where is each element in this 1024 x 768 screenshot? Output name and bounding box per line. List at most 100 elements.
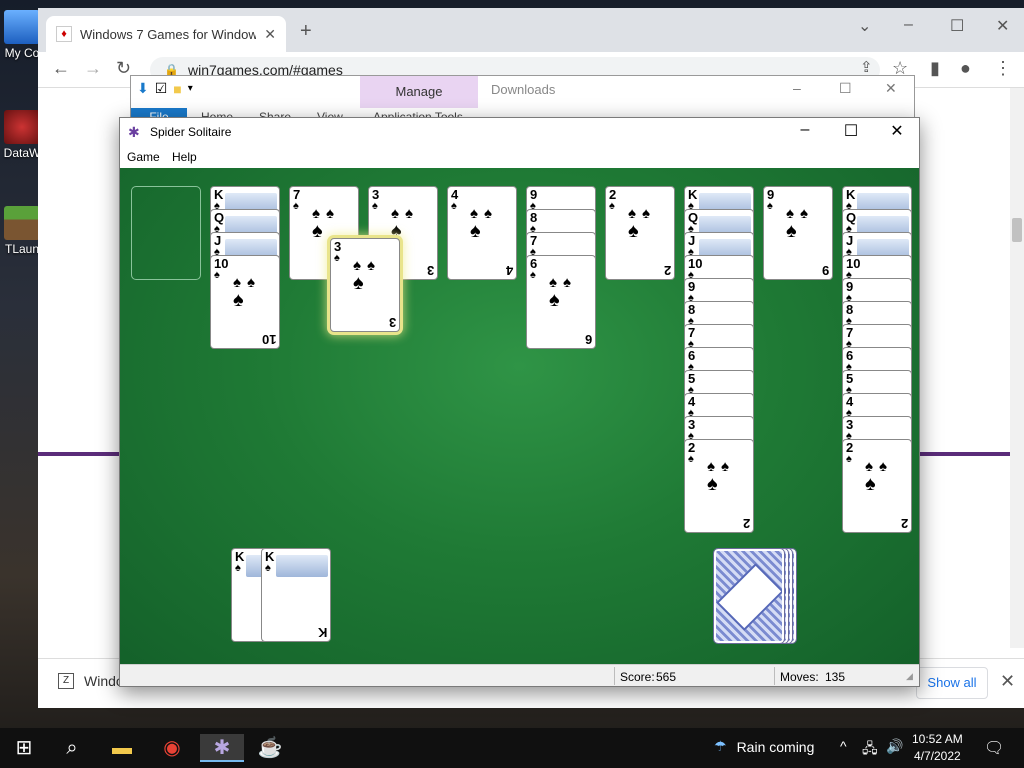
card-rank-bottom: 10 xyxy=(261,332,276,347)
tab-search-icon[interactable]: ⌄ xyxy=(858,16,871,36)
java-icon[interactable]: ☕ xyxy=(256,734,284,762)
card-rank-bottom: 4 xyxy=(505,263,513,278)
card-6-spades[interactable]: 6♠♠♠♠6 xyxy=(526,255,596,349)
manage-context-tab[interactable]: Manage xyxy=(360,76,478,108)
clock-date: 4/7/2022 xyxy=(913,749,961,763)
pip-row: ♠♠ xyxy=(233,274,261,291)
spider-solitaire-window: ✱ Spider Solitaire – ☐ ✕ Game Help K♠KQ♠… xyxy=(119,117,920,687)
minimize-icon[interactable]: – xyxy=(793,80,801,96)
card-k-spades[interactable]: K♠K xyxy=(261,548,331,642)
tab-strip: ♦ Windows 7 Games for Windows ✕ + ⌄ – ☐ … xyxy=(38,8,1024,52)
card-rank-bottom: 2 xyxy=(742,516,750,531)
scrollbar-thumb[interactable] xyxy=(1012,218,1022,242)
center-spade-icon: ♠ xyxy=(470,220,481,242)
moves-label: Moves: xyxy=(780,670,819,684)
spider-solitaire-taskbar-icon[interactable]: ✱ xyxy=(200,734,244,762)
center-spade-icon: ♠ xyxy=(312,220,323,242)
more-menu-icon[interactable]: ⋮ xyxy=(994,58,1012,79)
pip-row: ♠♠ xyxy=(865,458,893,475)
side-panel-icon[interactable]: ▮ xyxy=(930,58,940,79)
qa-dropdown-icon[interactable]: ▾ xyxy=(188,83,193,94)
card-10-spades[interactable]: 10♠♠♠♠10 xyxy=(210,255,280,349)
resize-grip-icon[interactable]: ◢ xyxy=(906,671,913,682)
card-rank-bottom: 9 xyxy=(821,263,829,278)
clock-time: 10:52 AM xyxy=(912,732,963,746)
download-item[interactable]: Z Windo xyxy=(58,673,124,689)
card-rank-bottom: 2 xyxy=(900,516,908,531)
start-windows-icon[interactable]: ⊞ xyxy=(10,734,38,762)
card-2-spades[interactable]: 2 ♠ ♠♠ ♠ 2 xyxy=(605,186,675,280)
weather-text: Rain coming xyxy=(736,738,815,755)
properties-icon[interactable]: ☑ xyxy=(155,80,168,97)
pip-row: ♠♠ xyxy=(353,257,381,274)
weather-widget[interactable]: ☂ Rain coming xyxy=(714,738,814,755)
court-card-art xyxy=(276,555,328,577)
forward-icon[interactable]: → xyxy=(84,58,102,79)
folder-icon[interactable]: ■ xyxy=(173,81,181,97)
umbrella-icon: ☂ xyxy=(714,738,727,754)
back-icon[interactable]: ← xyxy=(52,58,70,79)
clock[interactable]: 10:52 AM 4/7/2022 xyxy=(912,731,963,765)
spade-icon: ♠ xyxy=(609,200,615,212)
window-title: Spider Solitaire xyxy=(150,125,232,139)
menu-game[interactable]: Game xyxy=(127,150,160,164)
card-2-spades[interactable]: 2 ♠ ♠♠ ♠ 2 xyxy=(684,439,754,533)
card-4-spades[interactable]: 4♠♠♠♠4 xyxy=(447,186,517,280)
center-spade-icon: ♠ xyxy=(865,473,876,495)
pip-row: ♠♠ xyxy=(628,205,656,222)
tab-title: Windows 7 Games for Windows xyxy=(80,26,257,42)
center-spade-icon: ♠ xyxy=(707,473,718,495)
close-icon[interactable]: ✕ xyxy=(885,80,897,97)
close-icon[interactable]: ✕ xyxy=(996,16,1009,36)
pip-row: ♠♠ xyxy=(549,274,577,291)
network-icon[interactable]: 🖧 xyxy=(862,738,878,762)
window-titlebar[interactable]: ✱ Spider Solitaire – ☐ ✕ xyxy=(120,118,919,146)
empty-column-slot[interactable] xyxy=(131,186,201,280)
center-spade-icon: ♠ xyxy=(628,220,639,242)
site-favicon-icon: ♦ xyxy=(56,26,72,42)
minimize-icon[interactable]: – xyxy=(904,16,913,34)
score-label: Score: xyxy=(620,670,655,684)
quick-access-toolbar: ⬇ ☑ ■ ▾ xyxy=(137,80,193,97)
pip-row: ♠♠ xyxy=(391,205,419,222)
spade-icon: ♠ xyxy=(530,269,536,281)
taskbar: ⊞ ⌕ ▬ ◉ ✱ ☕ ☂ Rain coming ^ 🖧 🔊 10:52 AM… xyxy=(0,728,1024,768)
file-explorer-icon[interactable]: ▬ xyxy=(108,734,136,762)
spade-icon: ♠ xyxy=(372,200,378,212)
chevron-up-icon[interactable]: ^ xyxy=(840,738,847,754)
close-icon[interactable]: ✕ xyxy=(882,121,912,141)
notifications-icon[interactable]: 🗨 xyxy=(984,738,1004,758)
profile-avatar-icon[interactable]: ● xyxy=(960,58,971,79)
close-download-bar-icon[interactable]: ✕ xyxy=(1000,671,1015,692)
search-icon[interactable]: ⌕ xyxy=(58,734,86,762)
menu-help[interactable]: Help xyxy=(172,150,197,164)
chrome-icon[interactable]: ◉ xyxy=(158,734,186,762)
close-tab-icon[interactable]: ✕ xyxy=(264,26,276,43)
maximize-icon[interactable]: ☐ xyxy=(836,121,866,141)
card-3-spades[interactable]: 3♠♠♠♠3 xyxy=(330,238,400,332)
menu-bar: Game Help xyxy=(120,146,919,168)
maximize-icon[interactable]: ☐ xyxy=(950,16,964,36)
pip-row: ♠♠ xyxy=(470,205,498,222)
center-spade-icon: ♠ xyxy=(549,289,560,311)
stock-pile-card[interactable] xyxy=(713,548,785,644)
card-2-spades[interactable]: 2 ♠ ♠♠ ♠ 2 xyxy=(842,439,912,533)
card-rank-bottom: 6 xyxy=(584,332,592,347)
game-table: K♠KQ♠QJ♠J10♠♠♠♠107♠♠♠♠73♠♠♠♠34♠♠♠♠49♠♠♠♠… xyxy=(120,168,919,664)
minimize-icon[interactable]: – xyxy=(790,121,820,139)
spade-icon: ♠ xyxy=(451,200,457,212)
maximize-icon[interactable]: ☐ xyxy=(839,80,852,97)
spider-app-icon: ✱ xyxy=(128,124,140,140)
volume-icon[interactable]: 🔊 xyxy=(886,738,903,755)
browser-tab[interactable]: ♦ Windows 7 Games for Windows ✕ xyxy=(46,16,286,52)
download-arrow-icon: ⬇ xyxy=(137,80,149,96)
card-9-spades[interactable]: 9♠♠♠♠9 xyxy=(763,186,833,280)
show-all-button[interactable]: Show all xyxy=(916,667,988,699)
card-rank-bottom: 3 xyxy=(426,263,434,278)
page-scrollbar[interactable] xyxy=(1010,88,1024,648)
reload-icon[interactable]: ↻ xyxy=(116,58,131,79)
share-icon[interactable]: ⇪ xyxy=(860,58,873,76)
new-tab-icon[interactable]: + xyxy=(300,20,312,43)
pip-row: ♠♠ xyxy=(786,205,814,222)
spider-web-icon xyxy=(4,110,40,144)
